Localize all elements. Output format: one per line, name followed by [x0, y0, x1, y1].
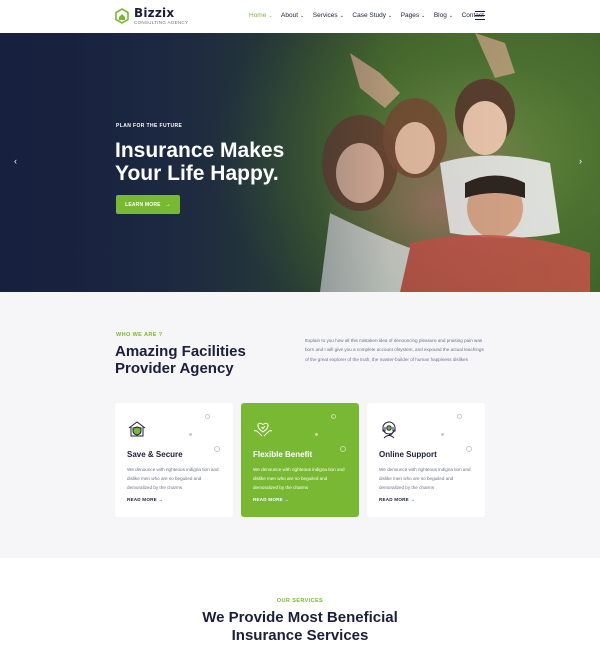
nav-label: About [281, 12, 299, 19]
nav-item-blog[interactable]: Blog ⌄ [434, 12, 453, 19]
services-title: We Provide Most Beneficial Insurance Ser… [150, 609, 450, 645]
main-nav: Home ⌄ About ⌄ Services ⌄ Case Study ⌄ Pages… [249, 12, 492, 19]
nav-item-services[interactable]: Services ⌄ [313, 12, 344, 19]
nav-item-pages[interactable]: Pages ⌄ [401, 12, 426, 19]
feature-card-text: We denounce with righteous indigna tion … [379, 467, 471, 490]
decor-circle [457, 414, 462, 419]
support-agent-icon [382, 421, 396, 439]
feature-card-online-support[interactable]: Online Support We denounce with righteou… [367, 403, 485, 517]
about-title-line2: Provider Agency [115, 360, 234, 377]
read-more-label: READ MORE [127, 497, 157, 502]
decor-circle [466, 446, 472, 452]
hero-title-line1: Insurance Makes [115, 139, 285, 162]
decor-dot [315, 433, 318, 436]
feature-card-flexible-benefit[interactable]: Flexible Benefit We denounce with righte… [241, 403, 359, 517]
about-description: Explain to you how all this mistaken ide… [305, 338, 484, 362]
brand-name: Bizzix [134, 6, 175, 20]
about-title: Amazing Facilities Provider Agency [115, 343, 315, 377]
arrow-right-icon: → [158, 497, 164, 502]
logo-mark-icon [115, 8, 129, 25]
chevron-right-icon[interactable]: › [579, 156, 582, 166]
about-title-line1: Amazing Facilities [115, 343, 246, 360]
services-subtitle: OUR SERVICES [276, 598, 324, 604]
read-more-label: READ MORE [253, 497, 283, 502]
nav-item-about[interactable]: About ⌄ [281, 12, 304, 19]
chevron-down-icon: ⌄ [388, 12, 393, 19]
hero-slider: PLAN FOR THE FUTURE Insurance Makes Your… [0, 33, 600, 292]
nav-label: Services [312, 12, 338, 19]
feature-card-text: We denounce with righteous indigna tion … [253, 467, 345, 490]
learn-more-button[interactable]: LEARN MORE → [116, 195, 180, 214]
nav-label: Pages [400, 12, 420, 19]
about-subtitle: WHO WE ARE ? [116, 332, 163, 338]
nav-item-case-study[interactable]: Case Study ⌄ [352, 12, 392, 19]
arrow-right-icon: → [284, 497, 290, 502]
read-more-link[interactable]: READ MORE → [253, 497, 289, 502]
chevron-left-icon[interactable]: ‹ [14, 156, 17, 166]
decor-circle [340, 446, 346, 452]
chevron-down-icon: ⌄ [339, 12, 344, 19]
nav-label: Blog [433, 12, 447, 19]
hero-subtitle: PLAN FOR THE FUTURE [116, 123, 183, 129]
read-more-link[interactable]: READ MORE → [127, 497, 163, 502]
chevron-down-icon: ⌄ [268, 12, 273, 19]
nav-label: Case Study [352, 12, 386, 19]
feature-card-title: Flexible Benefit [253, 450, 313, 459]
hero-title: Insurance Makes Your Life Happy. [115, 139, 335, 185]
decor-circle [331, 414, 336, 419]
chevron-down-icon: ⌄ [300, 12, 305, 19]
hamburger-icon[interactable] [475, 11, 485, 20]
decor-circle [214, 446, 220, 452]
read-more-link[interactable]: READ MORE → [379, 497, 415, 502]
learn-more-label: LEARN MORE [125, 201, 161, 208]
nav-item-home[interactable]: Home ⌄ [249, 12, 273, 19]
services-section: OUR SERVICES We Provide Most Beneficial … [0, 558, 600, 660]
chevron-down-icon: ⌄ [421, 12, 426, 19]
decor-dot [189, 433, 192, 436]
nav-label: Home [249, 12, 267, 19]
feature-card-text: We denounce with righteous indigna tion … [127, 467, 219, 490]
house-shield-icon [128, 421, 146, 437]
chevron-down-icon: ⌄ [448, 12, 454, 19]
feature-card-title: Save & Secure [127, 450, 183, 459]
brand-tagline: CONSULTING AGENCY [134, 20, 189, 25]
services-title-line2: Insurance Services [231, 627, 369, 644]
feature-card-save-secure[interactable]: Save & Secure We denounce with righteous… [115, 403, 233, 517]
hero-title-line2: Your Life Happy. [115, 162, 279, 185]
arrow-right-icon: → [410, 497, 416, 502]
feature-card-title: Online Support [379, 450, 437, 459]
decor-dot [441, 433, 444, 436]
site-header: Bizzix CONSULTING AGENCY Home ⌄ About ⌄ Se… [0, 0, 600, 33]
about-section: WHO WE ARE ? Amazing Facilities Provider… [0, 292, 600, 558]
decor-circle [205, 414, 210, 419]
services-title-line1: We Provide Most Beneficial [202, 609, 398, 626]
arrow-right-icon: → [164, 201, 171, 208]
read-more-label: READ MORE [379, 497, 409, 502]
heart-hands-icon [253, 422, 273, 437]
logo[interactable]: Bizzix CONSULTING AGENCY [114, 7, 188, 26]
